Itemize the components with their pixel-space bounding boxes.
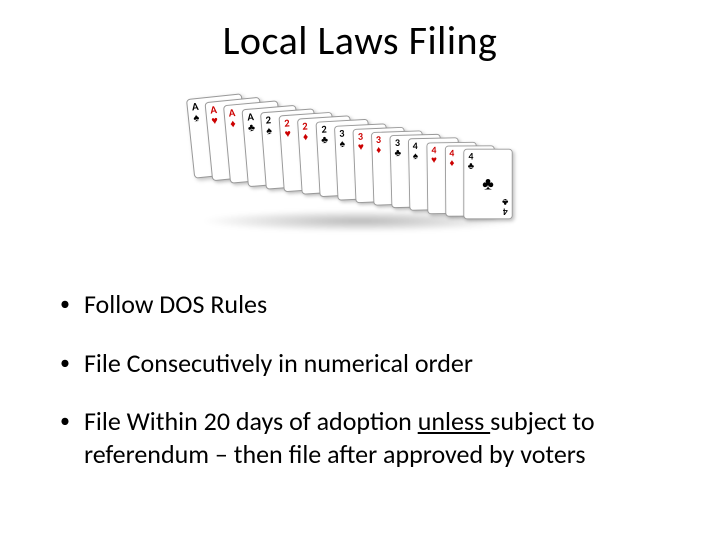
slide-title: Local Laws Filing xyxy=(0,16,720,65)
slide: Local Laws Filing A♠A♠♠A♥A♥♥A♦A♦♦A♣A♣♣2♠… xyxy=(0,0,720,540)
bullet-3-underline: unless xyxy=(418,405,490,437)
bullet-3-pre: File Within 20 days of adoption xyxy=(84,405,418,437)
card-rank-top: 4♣ xyxy=(468,151,474,170)
card-rank-top: 2♥ xyxy=(283,118,291,140)
card-rank-top: 3♣ xyxy=(394,138,401,158)
bullet-3-text: File Within 20 days of adoption unless s… xyxy=(84,405,660,470)
card-rank-top: A♥ xyxy=(210,104,219,126)
bullet-dot-icon: • xyxy=(60,407,70,435)
card-rank-top: 2♣ xyxy=(320,124,328,145)
card-rank-top: 2♠ xyxy=(265,114,272,136)
bullet-dot-icon: • xyxy=(60,349,70,377)
card-rank-top: 4♥ xyxy=(431,145,437,165)
bullet-2: • File Consecutively in numerical order xyxy=(60,347,660,380)
bullet-2-text: File Consecutively in numerical order xyxy=(84,347,660,380)
card-rank-top: 4♦ xyxy=(449,148,454,168)
card-rank-top: 4♠ xyxy=(413,141,419,161)
card-rank-top: A♠ xyxy=(191,101,200,124)
card-rank-top: 3♦ xyxy=(376,135,382,155)
card-rank-top: 3♥ xyxy=(357,131,364,152)
bullet-dot-icon: • xyxy=(60,290,70,318)
card-rank-bottom: 4♣ xyxy=(502,197,508,216)
playing-card: 4♣ 4♣ ♣ xyxy=(463,149,512,219)
cards-wrap: A♠A♠♠A♥A♥♥A♦A♦♦A♣A♣♣2♠2♠♠2♥2♥♥2♦2♦♦2♣2♣♣… xyxy=(180,90,540,240)
card-rank-top: A♣ xyxy=(247,111,256,133)
card-rank-top: 2♦ xyxy=(302,121,309,142)
bullet-list: • Follow DOS Rules • File Consecutively … xyxy=(60,288,660,470)
card-rank-top: 3♠ xyxy=(339,128,345,149)
card-pip-icon: ♣ xyxy=(482,175,494,193)
bullet-1-text: Follow DOS Rules xyxy=(84,288,660,321)
bullet-1: • Follow DOS Rules xyxy=(60,288,660,321)
card-rank-top: A♦ xyxy=(228,108,237,130)
bullet-3: • File Within 20 days of adoption unless… xyxy=(60,405,660,470)
cards-illustration: A♠A♠♠A♥A♥♥A♦A♦♦A♣A♣♣2♠2♠♠2♥2♥♥2♦2♦♦2♣2♣♣… xyxy=(180,90,540,240)
